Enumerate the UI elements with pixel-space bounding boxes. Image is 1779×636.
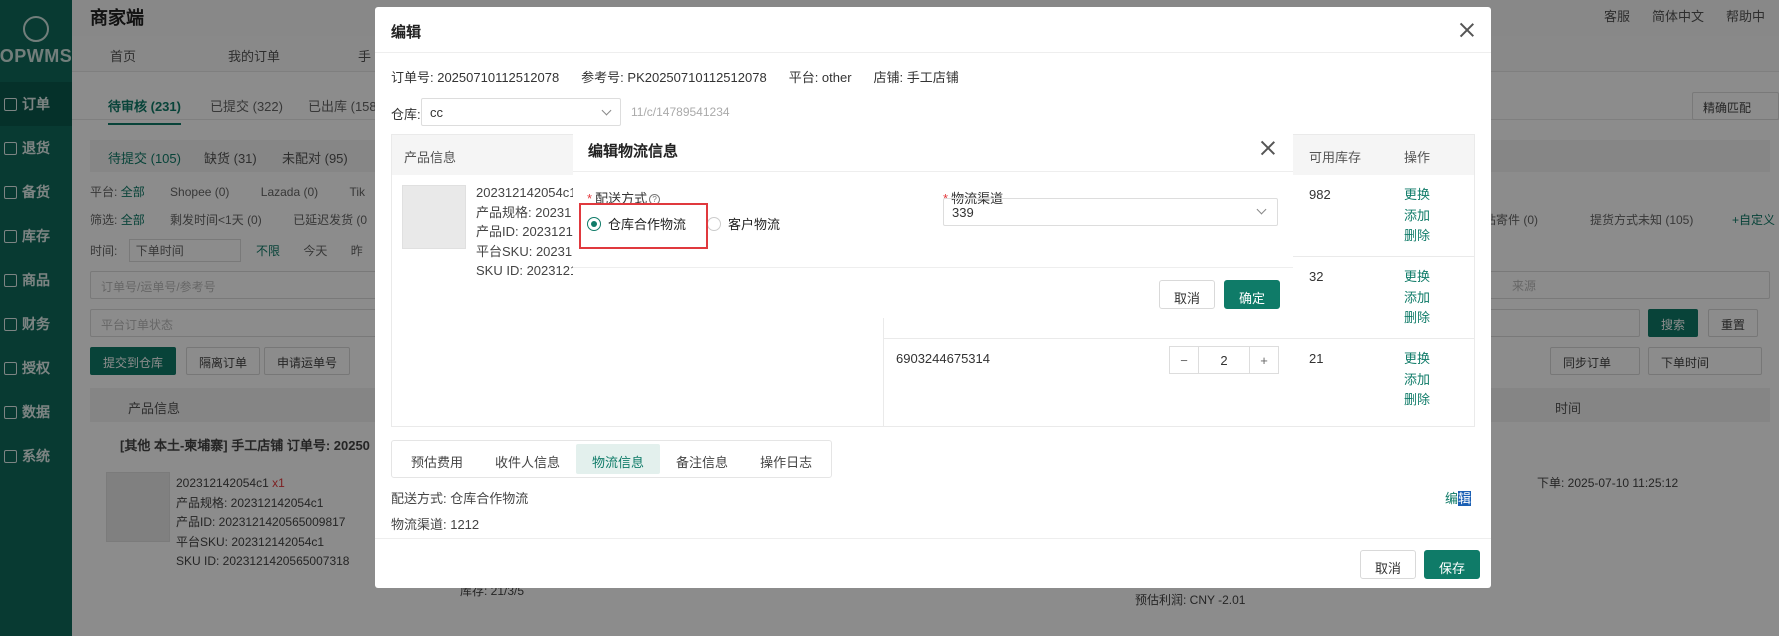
row-actions: 更换 添加 删除 (1404, 349, 1430, 411)
highlight-box (579, 203, 708, 249)
warehouse-label: 仓库: (391, 107, 421, 122)
tab-logistics[interactable]: 物流信息 (576, 444, 661, 474)
radio-unchecked (707, 216, 721, 231)
ship-channel-text: 物流渠道: 1212 (391, 517, 480, 532)
warehouse-select[interactable]: cc (421, 98, 621, 126)
chevron-down-icon (601, 105, 612, 116)
warehouse-address: 11/c/14789541234 (631, 105, 730, 119)
radio-customer-logistics[interactable]: 客户物流 (707, 214, 780, 233)
increment-button[interactable]: + (1250, 347, 1278, 373)
save-button[interactable]: 保存 (1424, 550, 1481, 579)
quantity-stepper: − 2 + (1169, 346, 1279, 374)
cancel-button[interactable]: 取消 (1360, 550, 1417, 579)
decrement-button[interactable]: − (1170, 347, 1198, 373)
product-image (402, 185, 466, 249)
delete-link[interactable]: 删除 (1404, 390, 1430, 411)
ship-method-text: 配送方式: 仓库合作物流 (391, 491, 529, 506)
row-actions: 更换 添加 删除 (1404, 185, 1430, 247)
detail-tabs: 预估费用 收件人信息 物流信息 备注信息 操作日志 (391, 440, 833, 478)
add-link[interactable]: 添加 (1404, 370, 1430, 391)
tab-notes[interactable]: 备注信息 (660, 444, 744, 474)
modal-title: 编辑物流信息 (573, 126, 1293, 172)
tab-estimated-fees[interactable]: 预估费用 (395, 444, 479, 474)
edit-logistics-link[interactable]: 编辑 (1445, 488, 1471, 507)
add-link[interactable]: 添加 (1404, 206, 1430, 227)
modal-divider (573, 267, 1293, 268)
channel-select[interactable]: 339 (943, 198, 1278, 226)
add-link[interactable]: 添加 (1404, 288, 1430, 309)
tab-recipient[interactable]: 收件人信息 (479, 444, 576, 474)
row-actions: 更换 添加 删除 (1404, 267, 1430, 329)
close-icon[interactable] (1260, 140, 1276, 156)
replace-link[interactable]: 更换 (1404, 349, 1430, 370)
modal-title: 编辑 (375, 7, 1491, 53)
chevron-down-icon (1256, 204, 1267, 215)
replace-link[interactable]: 更换 (1404, 267, 1430, 288)
ean-code: 6903244675314 (896, 351, 990, 366)
delete-link[interactable]: 删除 (1404, 308, 1430, 329)
replace-link[interactable]: 更换 (1404, 185, 1430, 206)
delete-link[interactable]: 删除 (1404, 226, 1430, 247)
tab-operation-log[interactable]: 操作日志 (744, 444, 828, 474)
quantity-input[interactable]: 2 (1198, 347, 1250, 373)
close-icon[interactable] (1459, 22, 1475, 38)
confirm-button[interactable]: 确定 (1224, 280, 1281, 309)
edit-logistics-modal: 编辑物流信息 * 配送方式? 仓库合作物流 客户物流 * 物流渠道 339 取消 确… (573, 126, 1293, 318)
cancel-button[interactable]: 取消 (1159, 280, 1216, 309)
table-row: 6903244675314 − 2 + 21 更换 添加 删除 (884, 339, 1474, 421)
order-info: 订单号: 20250710112512078 参考号: PK2025071011… (391, 70, 959, 85)
modal-footer: 取消 保存 (375, 538, 1491, 588)
